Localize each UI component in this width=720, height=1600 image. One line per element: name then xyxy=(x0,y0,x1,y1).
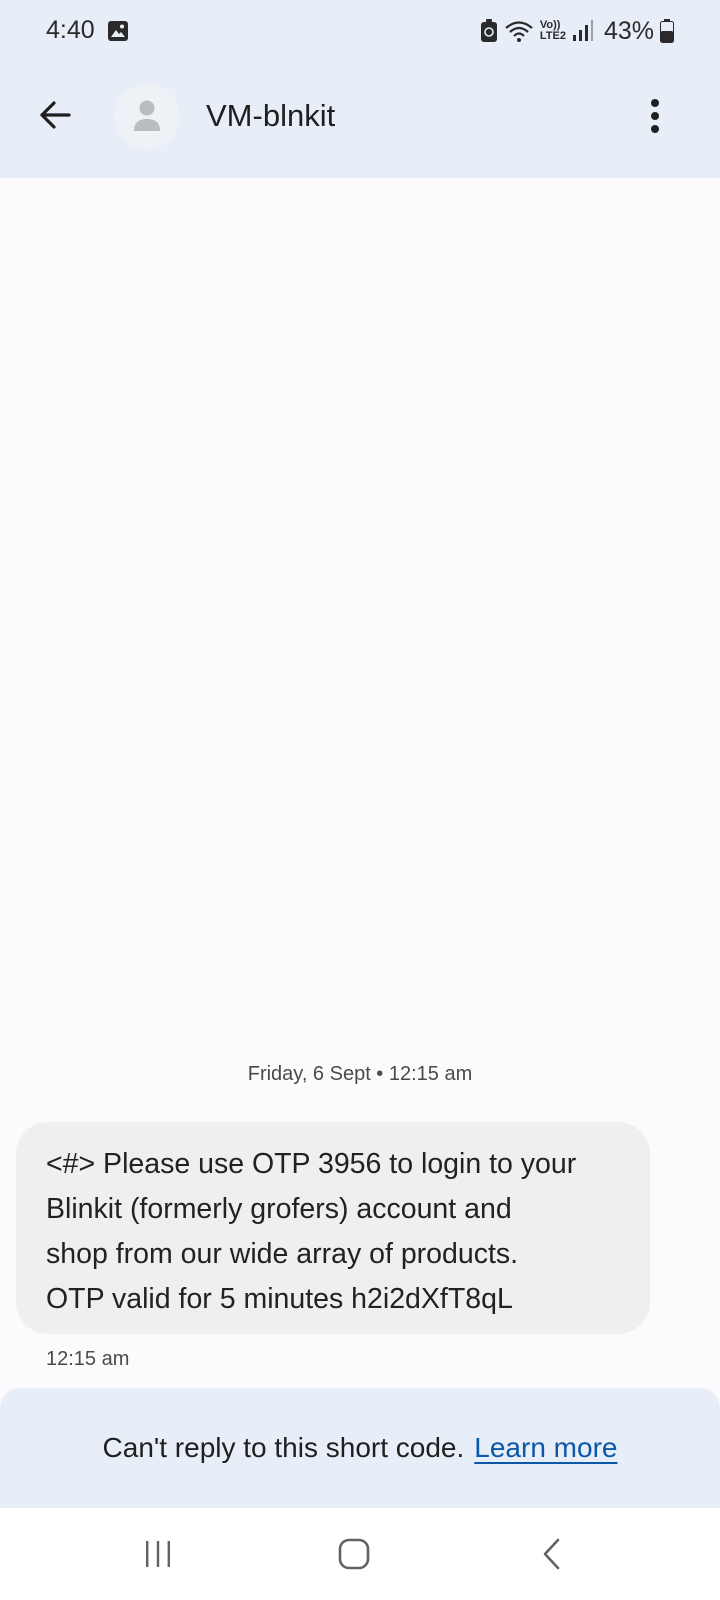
message-line: <#> Please use OTP 3956 to login to your xyxy=(46,1148,577,1180)
status-time: 4:40 xyxy=(46,16,95,44)
battery-percent: 43% xyxy=(603,16,654,45)
recents-icon xyxy=(146,1541,170,1567)
cant-reply-text: Can't reply to this short code. xyxy=(102,1432,465,1463)
data-saver-icon xyxy=(480,19,498,43)
header-area: 4:40 Vo)) LTE2 43% VM-blnkit xyxy=(0,0,720,178)
wifi-icon xyxy=(504,19,534,43)
home-icon xyxy=(338,1538,370,1570)
arrow-left-icon xyxy=(40,101,71,129)
more-vert-icon xyxy=(651,99,659,133)
back-button[interactable] xyxy=(30,90,80,140)
contact-avatar[interactable] xyxy=(114,84,180,150)
gallery-notification-icon xyxy=(107,20,129,42)
chevron-left-icon xyxy=(543,1538,560,1570)
status-indicators: Vo)) LTE2 43% xyxy=(480,14,674,48)
contact-name[interactable]: VM-blnkit xyxy=(206,98,335,134)
battery-icon xyxy=(660,19,674,43)
recents-button[interactable] xyxy=(128,1528,188,1580)
message-timestamp: 12:15 am xyxy=(46,1348,130,1370)
home-button[interactable] xyxy=(324,1528,384,1580)
cant-reply-banner: Can't reply to this short code. Learn mo… xyxy=(0,1388,720,1508)
more-options-button[interactable] xyxy=(630,88,680,144)
volte-indicator: Vo)) LTE2 xyxy=(540,20,566,42)
system-navigation-bar xyxy=(0,1508,720,1600)
signal-icon xyxy=(572,19,594,43)
lte-label: LTE2 xyxy=(539,30,566,42)
learn-more-link[interactable]: Learn more xyxy=(474,1432,617,1464)
message-line: shop from our wide array of products. xyxy=(46,1238,519,1270)
status-bar: 4:40 Vo)) LTE2 43% xyxy=(0,0,720,62)
nav-back-button[interactable] xyxy=(522,1528,582,1580)
conversation-app-bar: VM-blnkit xyxy=(0,62,720,178)
messages-screen: 4:40 Vo)) LTE2 43% VM-blnkit Friday, 6 S… xyxy=(0,0,720,1600)
message-line: OTP valid for 5 minutes h2i2dXfT8qL xyxy=(46,1283,513,1315)
incoming-message-bubble[interactable]: <#> Please use OTP 3956 to login to your… xyxy=(16,1122,650,1334)
conversation-thread[interactable]: Friday, 6 Sept • 12:15 am <#> Please use… xyxy=(0,178,720,1388)
date-separator: Friday, 6 Sept • 12:15 am xyxy=(247,1063,473,1085)
message-line: Blinkit (formerly grofers) account and xyxy=(46,1193,512,1225)
person-icon xyxy=(134,100,160,131)
